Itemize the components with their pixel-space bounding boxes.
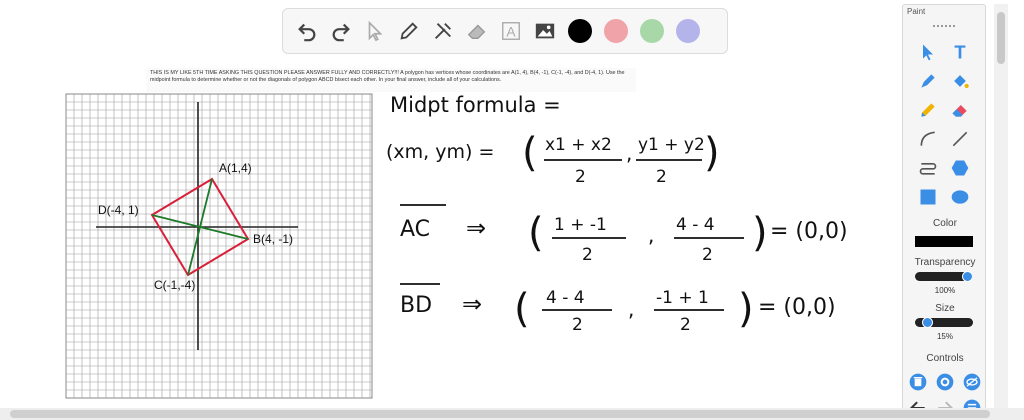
transparency-label: Transparency	[914, 257, 976, 268]
open-paren-3: (	[514, 286, 530, 332]
trash-icon	[909, 373, 927, 391]
settings-button[interactable]	[932, 369, 958, 395]
bd-label: BD	[400, 293, 432, 318]
whiteboard-app: A THIS IS MY LIKE 5TH TIME ASKING THIS Q…	[0, 0, 1024, 420]
size-slider-knob[interactable]	[922, 317, 934, 328]
handwritten-work: Midpt formula = (xm, ym) = ( x1 + x2 2 ,…	[386, 93, 848, 335]
bd-x-den: 2	[572, 315, 583, 335]
size-slider[interactable]	[915, 317, 973, 328]
formula-x-den: 2	[575, 167, 586, 187]
eye-off-icon	[963, 373, 981, 391]
svg-text:T: T	[954, 42, 965, 62]
text-tool-button[interactable]: T	[947, 39, 973, 65]
panel-title: Paint	[907, 7, 926, 16]
ac-result: = (0,0)	[770, 219, 848, 244]
horizontal-scrollbar[interactable]	[0, 408, 1024, 420]
size-label: Size	[935, 303, 955, 314]
close-paren-2: )	[752, 210, 768, 256]
formula-comma: ,	[626, 141, 632, 165]
line-icon	[952, 131, 968, 147]
ac-comma: ,	[648, 223, 654, 247]
whiteboard-canvas[interactable]: A(1,4) B(4, -1) C(-1,-4) D(-4, 1) Midpt …	[0, 0, 895, 408]
pencil-icon	[921, 103, 935, 117]
transparency-value: 100%	[934, 286, 956, 295]
text-icon: T	[954, 42, 965, 62]
marker-tool-button[interactable]	[915, 68, 941, 94]
bd-x-num: 4 - 4	[546, 288, 585, 308]
ac-x-den: 2	[582, 245, 593, 265]
path-icon	[919, 163, 937, 175]
rectangle-tool-button[interactable]	[915, 184, 941, 210]
midpoint-title: Midpt formula =	[390, 93, 561, 117]
curve-tool-button[interactable]	[915, 126, 941, 152]
graph-paper: A(1,4) B(4, -1) C(-1,-4) D(-4, 1)	[65, 93, 373, 399]
eraser-icon	[952, 105, 967, 117]
ac-arrow: ⇒	[466, 214, 486, 242]
ellipse-icon	[951, 190, 969, 204]
pencil-tool-button[interactable]	[915, 97, 941, 123]
horizontal-scroll-thumb[interactable]	[10, 410, 990, 418]
formula-lhs: (xm, ym) =	[386, 141, 494, 163]
select-tool-button[interactable]	[915, 39, 941, 65]
ac-y-den: 2	[702, 245, 713, 265]
bd-comma: ,	[628, 297, 634, 321]
formula-y-den: 2	[656, 167, 667, 187]
hexagon-icon	[951, 160, 969, 176]
color-label: Color	[933, 218, 957, 229]
transparency-slider-knob[interactable]	[962, 271, 973, 282]
cursor-icon	[923, 44, 933, 61]
eraser-tool-button[interactable]	[947, 97, 973, 123]
vertical-scrollbar[interactable]	[994, 4, 1008, 414]
bd-arrow: ⇒	[462, 290, 482, 318]
paint-bucket-icon	[954, 75, 969, 89]
label-c: C(-1,-4)	[154, 278, 195, 292]
path-tool-button[interactable]	[915, 155, 941, 181]
transparency-slider[interactable]	[915, 271, 973, 282]
ac-y-num: 4 - 4	[676, 215, 715, 235]
marker-icon	[921, 74, 935, 88]
paint-panel: Paint T Color Transparency 100% Size 15%…	[902, 4, 986, 417]
bd-y-num: -1 + 1	[656, 288, 709, 308]
fill-tool-button[interactable]	[947, 68, 973, 94]
size-value: 15%	[936, 332, 953, 341]
rectangle-icon	[920, 189, 936, 205]
open-paren-2: (	[528, 210, 544, 256]
line-tool-button[interactable]	[947, 126, 973, 152]
ac-label: AC	[400, 217, 430, 242]
formula-y-num: y1 + y2	[638, 135, 705, 155]
bd-y-den: 2	[680, 315, 691, 335]
polygon-tool-button[interactable]	[947, 155, 973, 181]
close-paren-4: )	[738, 286, 754, 332]
delete-button[interactable]	[905, 369, 931, 395]
vertical-scroll-thumb[interactable]	[997, 12, 1005, 64]
controls-label: Controls	[926, 353, 964, 364]
curve-icon	[920, 131, 935, 146]
panel-drag-handle[interactable]	[933, 25, 955, 29]
bd-result: = (0,0)	[758, 295, 836, 320]
label-b: B(4, -1)	[253, 232, 293, 246]
visibility-button[interactable]	[959, 369, 985, 395]
gear-icon	[936, 373, 954, 391]
formula-x-num: x1 + x2	[545, 135, 612, 155]
label-d: D(-4, 1)	[98, 203, 139, 217]
open-paren-1: (	[522, 130, 538, 176]
label-a: A(1,4)	[219, 161, 252, 175]
current-color-picker[interactable]	[915, 236, 973, 247]
ellipse-tool-button[interactable]	[947, 184, 973, 210]
close-paren-1: )	[704, 130, 720, 176]
ac-x-num: 1 + -1	[554, 215, 607, 235]
